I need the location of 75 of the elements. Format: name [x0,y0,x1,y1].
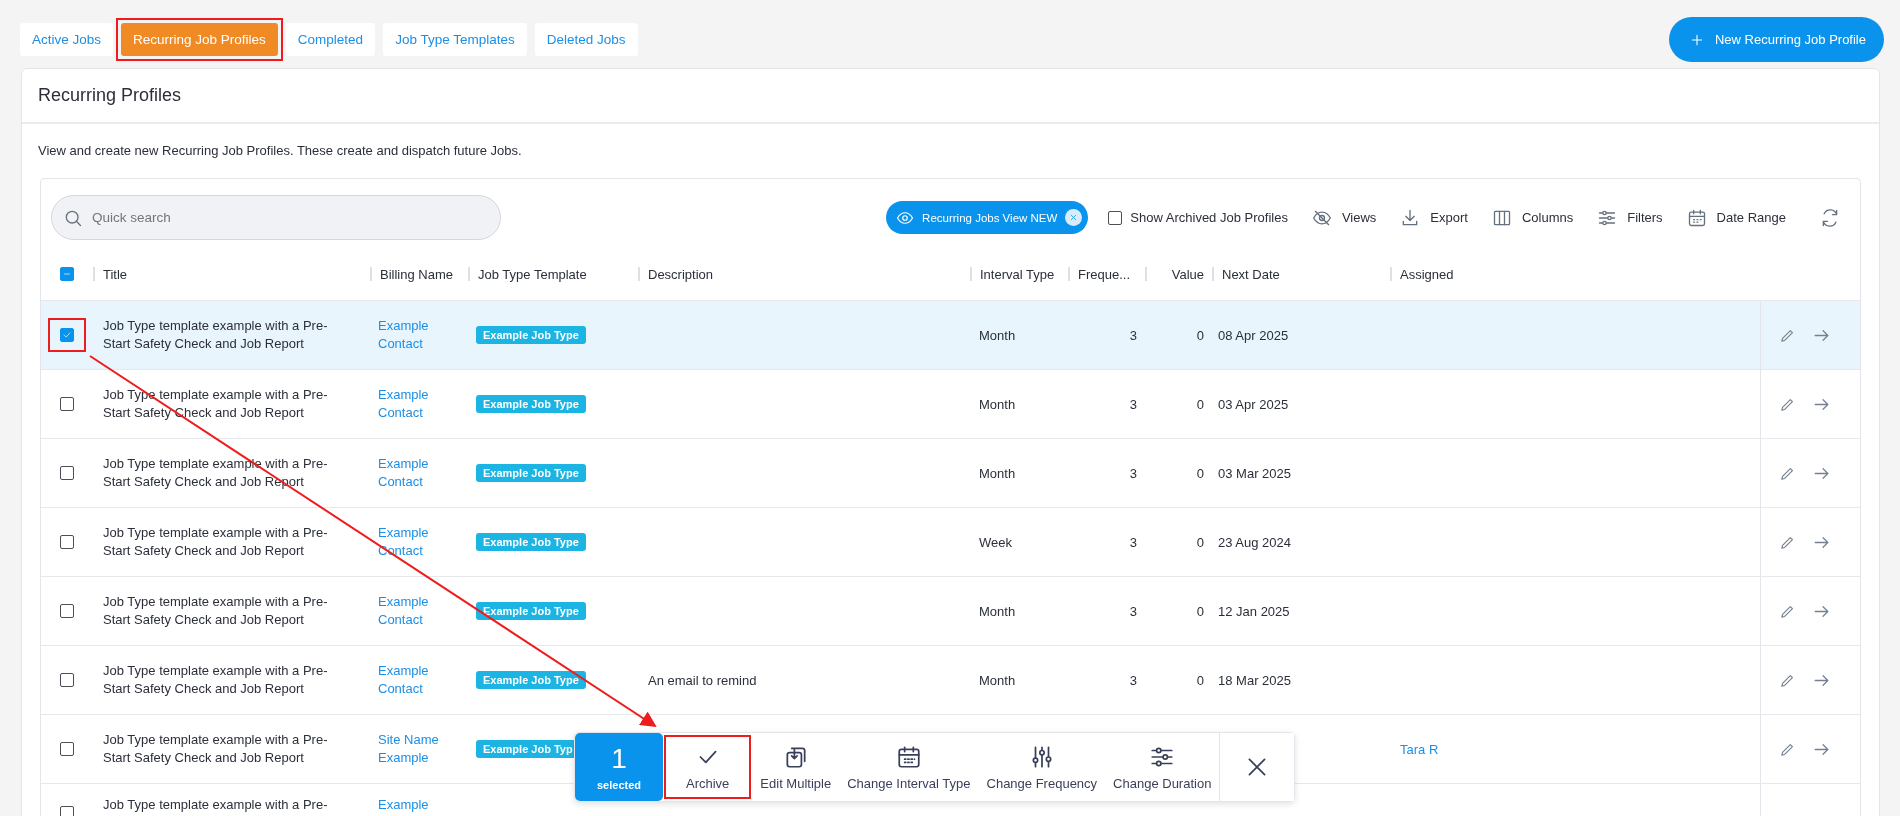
frequency-cell: 3 [1129,534,1137,550]
job-type-tag: Example Job Type [476,671,586,689]
export-button[interactable]: Export [1400,207,1468,228]
billing-link[interactable]: Example Contact [378,455,448,491]
value-cell: 0 [1196,534,1204,550]
column-header[interactable]: Billing Name [380,266,453,282]
description-cell: An email to remind [648,672,757,688]
archived-label: Show Archived Job Profiles [1130,210,1288,225]
column-header[interactable]: Title [103,266,128,282]
calendar-icon [1686,207,1707,228]
date-cell: 08 Apr 2025 [1218,327,1289,343]
date-cell: 23 Aug 2024 [1218,534,1292,550]
interval-cell: Week [979,534,1012,550]
frequency-cell: 3 [1129,465,1137,481]
description-text: View and create new Recurring Job Profiles. These create and dispatch future Jobs. [37,142,523,160]
title-cell-text: Job Type template example with a Pre- [103,796,328,814]
value-cell: 0 [1196,327,1204,343]
title-cell-text: Job Type template example with a Pre-Start Safety Check and Job Report [103,592,329,629]
frequency-cell: 3 [1129,672,1137,688]
calendar-icon [895,743,922,770]
frequency-cell: 3 [1129,327,1137,343]
date-cell: 03 Mar 2025 [1218,465,1291,481]
select-all-checkbox[interactable] [60,267,74,281]
interval-cell: Month [979,672,1016,688]
count-label: selected [597,779,641,791]
assigned-link[interactable]: Tara R [1400,741,1439,757]
column-header[interactable]: Next Date [1222,266,1280,282]
chip-label: Recurring Jobs View NEW [896,208,1058,227]
interval-cell: Month [979,327,1016,343]
views-button[interactable]: Views [1311,207,1377,228]
job-type-tag: Example Job Type [476,464,586,482]
interval-cell: Month [979,465,1016,481]
job-type-tag: Example Job Type [476,602,586,620]
title-cell-text: Job Type template example with a Pre-Start Safety Check and Job Report [103,661,329,698]
archived-checkbox[interactable] [1108,210,1123,225]
value-cell: 0 [1196,603,1204,619]
billing-link[interactable]: Example Contact [378,662,448,698]
filters-button[interactable]: Filters [1597,207,1663,228]
job-type-tag: Example Job Type [476,533,586,551]
billing-link[interactable]: Example [378,796,429,814]
job-type-tag: Example Job Type [476,326,586,344]
title-cell-text: Job Type template example with a Pre-Start Safety Check and Job Report [103,316,329,353]
frequency-cell: 3 [1129,396,1137,412]
archive-action[interactable]: Archive [664,735,752,799]
value-cell: 0 [1196,672,1204,688]
interval-cell: Month [979,396,1016,412]
column-header[interactable]: Interval Type [980,266,1055,282]
card-title: Recurring Profiles [22,69,1879,124]
column-header[interactable]: Description [648,266,714,282]
title-cell-text: Job Type template example with a Pre-Start Safety Check and Job Report [103,523,329,560]
remove-chip-icon[interactable] [1065,209,1083,226]
search-field[interactable]: Quick search [51,195,501,240]
date-cell: 03 Apr 2025 [1218,396,1289,412]
column-header[interactable]: Value [1171,266,1204,282]
billing-link[interactable]: Site Name Example [378,731,448,767]
column-header[interactable]: Assigned [1400,266,1454,282]
refresh-icon [1820,207,1840,228]
value-cell: 0 [1196,465,1204,481]
count-number: 1 [611,743,627,775]
refresh-button[interactable] [1820,207,1840,228]
column-header[interactable]: Job Type Template [478,266,587,282]
title-cell-text: Job Type template example with a Pre-Start Safety Check and Job Report [103,730,329,767]
billing-link[interactable]: Example Contact [378,593,448,629]
value-cell: 0 [1196,396,1204,412]
date-cell: 18 Mar 2025 [1218,672,1291,688]
column-header[interactable]: Freque... [1078,266,1131,282]
interval-cell: Month [979,603,1016,619]
job-type-tag: Example Job Type [476,395,586,413]
columns-button[interactable]: Columns [1491,207,1574,228]
check-icon [62,330,72,340]
billing-link[interactable]: Example Contact [378,386,448,422]
frequency-cell: 3 [1129,603,1137,619]
date-cell: 12 Jan 2025 [1218,603,1290,619]
row-checkbox[interactable] [48,318,86,352]
date-button[interactable]: Date Range [1686,207,1786,228]
